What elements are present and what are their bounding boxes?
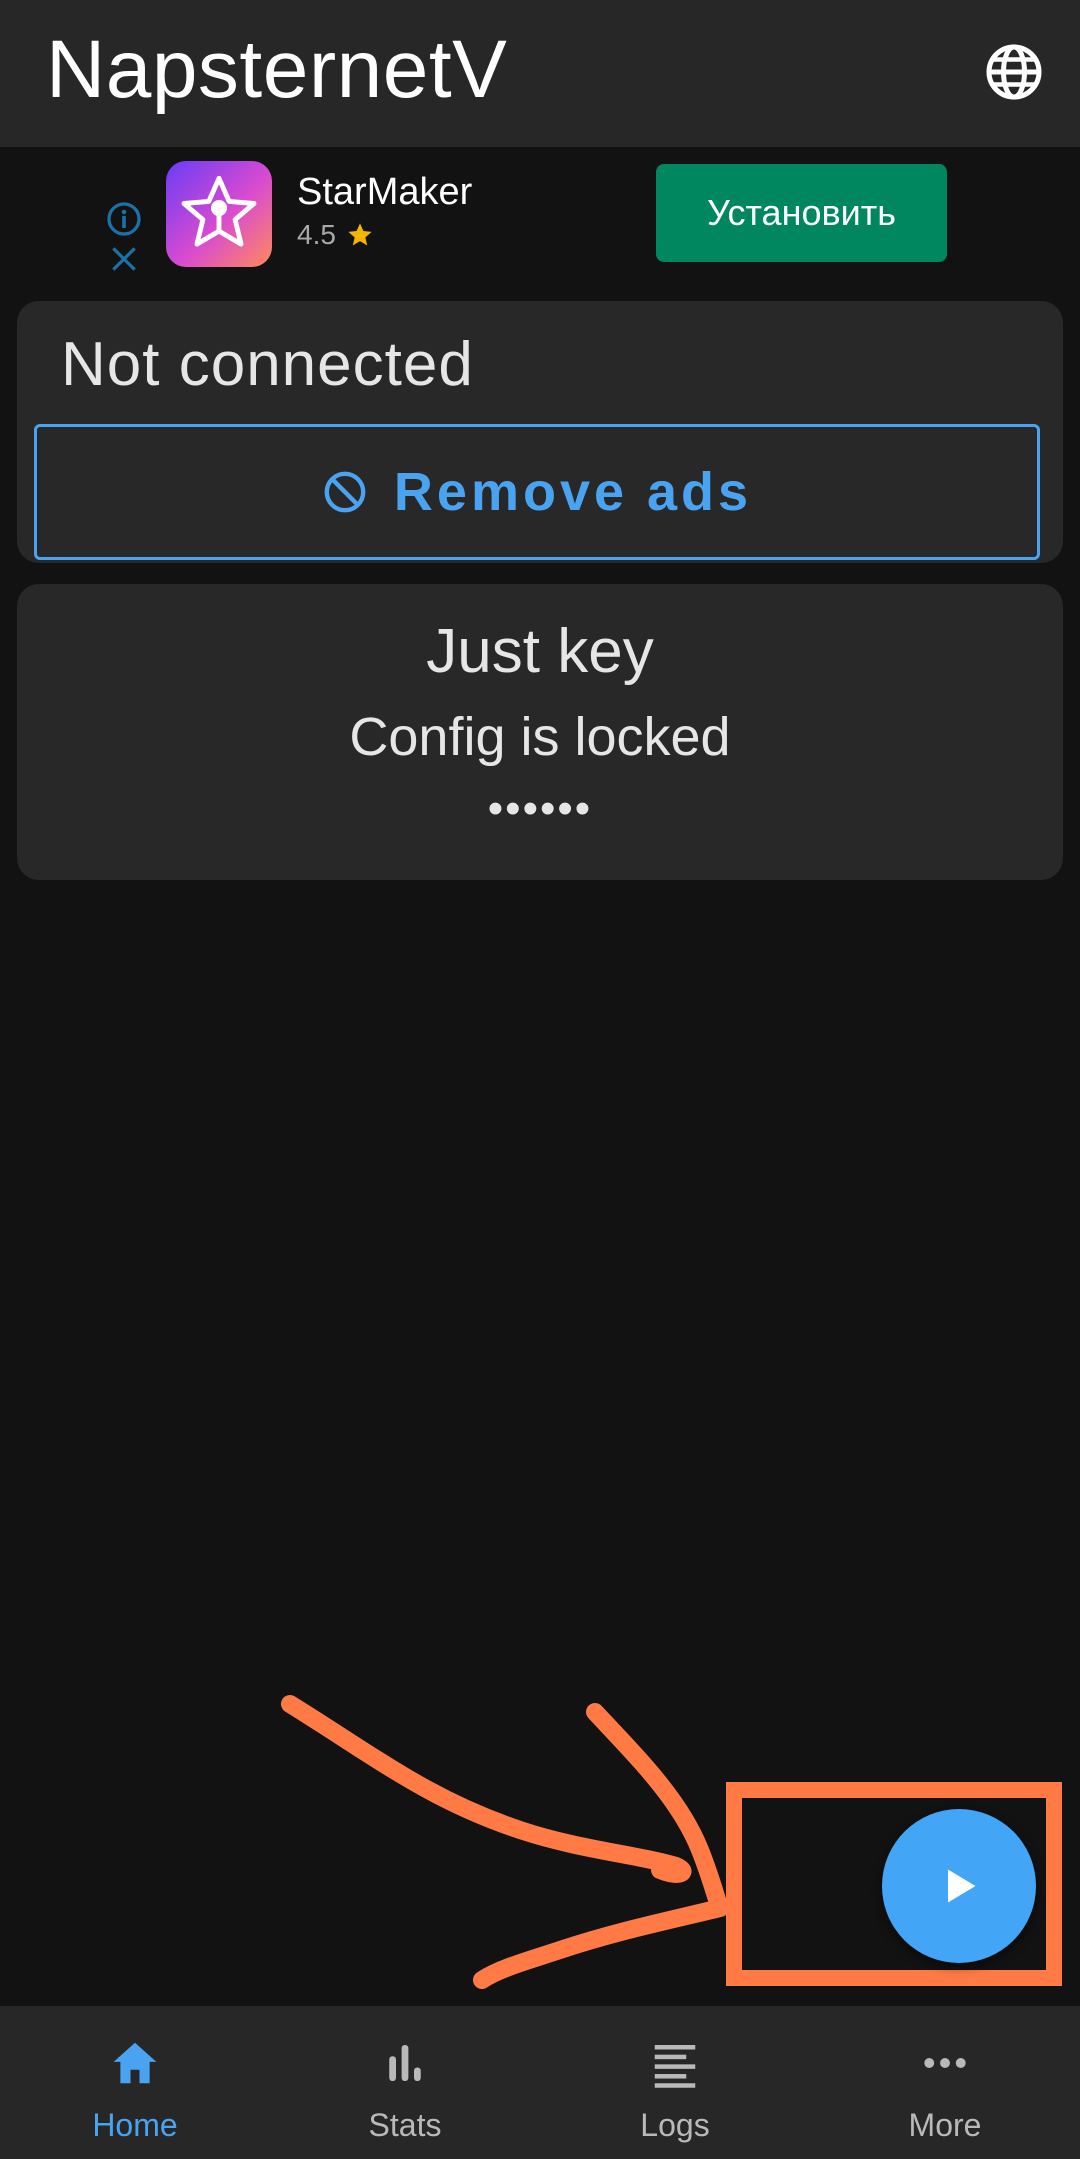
ad-app-name[interactable]: StarMaker [297, 169, 472, 215]
annotation-arrow-lower [473, 1703, 729, 1989]
connection-status-text: Not connected [61, 330, 474, 399]
starmaker-logo[interactable] [166, 161, 272, 267]
home-icon [108, 2036, 162, 2090]
bottom-navigation: Home Stats Logs More [0, 2006, 1080, 2159]
config-lock-status: Config is locked [349, 707, 731, 767]
app-screen: NapsternetV StarMaker 4.5 Установить Not… [0, 0, 1080, 2159]
star-icon [348, 223, 372, 246]
info-icon[interactable] [106, 201, 142, 237]
config-masked-value: •••••• [487, 784, 593, 833]
remove-ads-button[interactable]: Remove ads [34, 424, 1040, 560]
ad-rating-row: 4.5 [297, 219, 374, 251]
connect-fab[interactable] [882, 1809, 1036, 1963]
play-icon [948, 1869, 976, 1903]
list-icon [648, 2036, 702, 2090]
bar-chart-icon [378, 2036, 432, 2090]
ad-install-button[interactable]: Установить [656, 164, 947, 262]
block-icon [324, 471, 366, 513]
ad-rating: 4.5 [297, 219, 336, 250]
config-card[interactable]: Just key Config is locked •••••• [17, 584, 1063, 880]
star-microphone-icon [181, 175, 257, 247]
nav-label-more: More [908, 2107, 982, 2143]
nav-item-stats[interactable]: Stats [270, 2006, 540, 2159]
nav-label-logs: Logs [640, 2107, 710, 2143]
app-title: NapsternetV [46, 24, 508, 115]
language-button[interactable] [978, 36, 1050, 108]
close-icon[interactable] [108, 243, 140, 275]
remove-ads-label: Remove ads [393, 462, 753, 522]
top-app-bar: NapsternetV [0, 0, 1080, 147]
nav-item-home[interactable]: Home [0, 2006, 270, 2159]
more-horizontal-icon [918, 2036, 972, 2090]
ad-banner[interactable]: StarMaker 4.5 Установить [0, 147, 1080, 297]
globe-icon [986, 44, 1042, 100]
nav-item-more[interactable]: More [810, 2006, 1080, 2159]
nav-label-home: Home [92, 2107, 178, 2143]
annotation-arrow-upper [281, 1695, 692, 1883]
nav-item-logs[interactable]: Logs [540, 2006, 810, 2159]
connection-status-card: Not connected Remove ads [17, 301, 1063, 563]
nav-label-stats: Stats [368, 2107, 442, 2143]
config-name: Just key [426, 617, 654, 686]
